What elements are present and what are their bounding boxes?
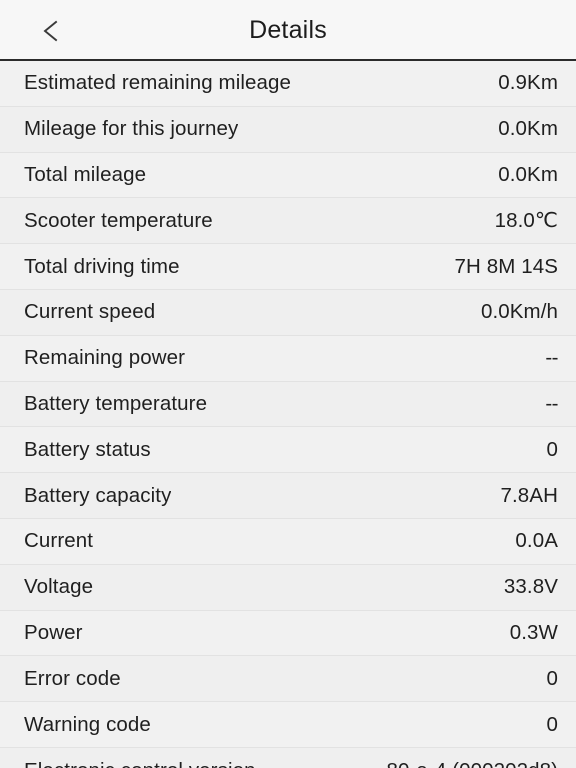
- row-label: Total driving time: [24, 254, 180, 278]
- row-label: Warning code: [24, 712, 151, 736]
- details-list: Estimated remaining mileage 0.9Km Mileag…: [0, 61, 576, 768]
- back-button[interactable]: [26, 11, 74, 51]
- row-label: Power: [24, 620, 83, 644]
- row-value: 0.0Km: [498, 162, 558, 186]
- row-label: Battery status: [24, 437, 151, 461]
- table-row[interactable]: Total driving time 7H 8M 14S: [0, 244, 576, 290]
- table-row[interactable]: Current 0.0A: [0, 518, 576, 565]
- row-value: 33.8V: [503, 575, 558, 599]
- row-value: 0.0Km: [498, 117, 558, 141]
- row-value: 0: [546, 437, 558, 461]
- table-row[interactable]: Power 0.3W: [0, 610, 576, 657]
- row-value: 18.0℃: [494, 209, 558, 233]
- row-value: 7H 8M 14S: [454, 254, 558, 278]
- table-row[interactable]: Total mileage 0.0Km: [0, 152, 576, 199]
- row-label: Voltage: [24, 575, 94, 599]
- row-value: 0.3W: [509, 620, 558, 644]
- row-label: Current: [24, 529, 94, 553]
- table-row[interactable]: Mileage for this journey 0.0Km: [0, 106, 576, 153]
- table-row[interactable]: Scooter temperature 18.0℃: [0, 198, 576, 245]
- row-value: 0: [546, 712, 558, 736]
- row-label: Estimated remaining mileage: [24, 71, 292, 95]
- table-row[interactable]: Electronic control version 80-a-4 (00020…: [0, 747, 576, 768]
- table-row[interactable]: Estimated remaining mileage 0.9Km: [0, 61, 576, 107]
- page-title: Details: [249, 16, 327, 44]
- row-value: 0: [546, 666, 558, 690]
- row-label: Total mileage: [24, 162, 147, 186]
- row-label: Error code: [24, 666, 121, 690]
- row-value: 0.9Km: [498, 71, 558, 95]
- row-label: Scooter temperature: [24, 208, 213, 232]
- table-row[interactable]: Remaining power --: [0, 335, 576, 382]
- table-row[interactable]: Voltage 33.8V: [0, 564, 576, 611]
- row-value: --: [545, 391, 558, 415]
- table-row[interactable]: Battery temperature --: [0, 381, 576, 428]
- details-screen: Details Estimated remaining mileage 0.9K…: [0, 0, 576, 768]
- table-row[interactable]: Battery capacity 7.8AH: [0, 473, 576, 519]
- chevron-left-icon: [40, 19, 60, 43]
- row-label: Battery temperature: [24, 391, 208, 415]
- row-value: 7.8AH: [500, 483, 558, 507]
- app-header: Details: [0, 0, 576, 61]
- row-label: Mileage for this journey: [24, 117, 239, 141]
- row-label: Electronic control version: [24, 759, 256, 768]
- table-row[interactable]: Error code 0: [0, 656, 576, 703]
- row-value: 0.0Km/h: [480, 300, 558, 324]
- row-value: --: [545, 346, 558, 370]
- row-label: Remaining power: [24, 346, 186, 370]
- row-label: Current speed: [24, 300, 156, 324]
- row-value: 0.0A: [515, 529, 558, 553]
- row-label: Battery capacity: [24, 483, 172, 507]
- row-value: 80-a-4 (000202d8): [376, 759, 558, 768]
- table-row[interactable]: Battery status 0: [0, 427, 576, 474]
- table-row[interactable]: Current speed 0.0Km/h: [0, 289, 576, 336]
- table-row[interactable]: Warning code 0: [0, 702, 576, 748]
